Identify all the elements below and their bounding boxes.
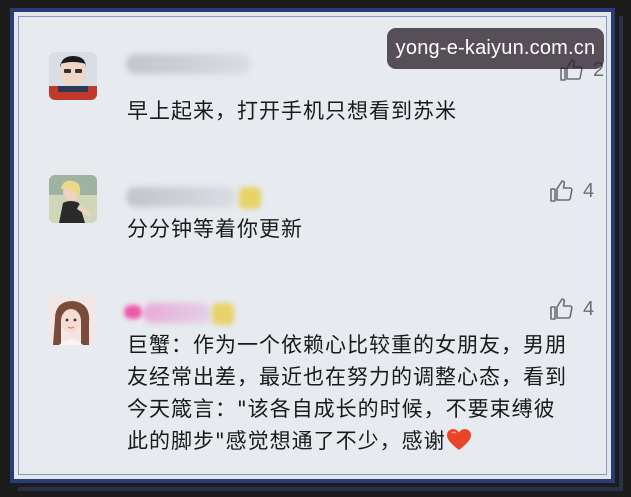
red-heart-icon — [446, 429, 471, 450]
like-control[interactable]: 4 — [549, 179, 594, 203]
screenshot-frame: 早上起来，打开手机只想看到苏米 2 分分钟等着你更新 4 巨蟹：作为一个依赖心比… — [10, 8, 615, 483]
username-blurred[interactable] — [126, 54, 251, 74]
username-blurred[interactable] — [126, 187, 236, 207]
comment-line: 此的脚步"感觉想通了不少，感谢 — [127, 429, 446, 453]
comment-line: 巨蟹：作为一个依赖心比较重的女朋友，男朋 — [127, 333, 567, 357]
username-blurred[interactable] — [143, 303, 211, 323]
thumbs-up-icon — [550, 180, 573, 202]
watermark-label: yong-e-kaiyun.com.cn — [387, 28, 604, 69]
comment-text: 分分钟等着你更新 — [127, 217, 303, 241]
comment-text: 巨蟹：作为一个依赖心比较重的女朋友，男朋 友经常出差，最近也在努力的调整心态，看… — [127, 329, 613, 457]
thumbs-up-icon — [550, 298, 573, 320]
avatar[interactable] — [49, 175, 97, 223]
comment-list: 早上起来，打开手机只想看到苏米 2 分分钟等着你更新 4 巨蟹：作为一个依赖心比… — [18, 16, 607, 475]
avatar[interactable] — [49, 52, 97, 100]
heart-emoji-blurred — [124, 305, 142, 319]
like-control[interactable]: 4 — [549, 297, 594, 321]
comment-text: 早上起来，打开手机只想看到苏米 — [127, 99, 457, 123]
avatar[interactable] — [47, 297, 95, 345]
comment-line: 今天箴言："该各自成长的时候，不要束缚彼 — [127, 397, 556, 421]
like-count: 4 — [583, 297, 595, 320]
user-badge-blurred — [239, 187, 261, 209]
like-count: 4 — [583, 179, 595, 202]
comment-line-last: 此的脚步"感觉想通了不少，感谢 — [127, 425, 613, 457]
comment-line: 友经常出差，最近也在努力的调整心态，看到 — [127, 365, 567, 389]
user-badge-blurred — [212, 303, 234, 325]
